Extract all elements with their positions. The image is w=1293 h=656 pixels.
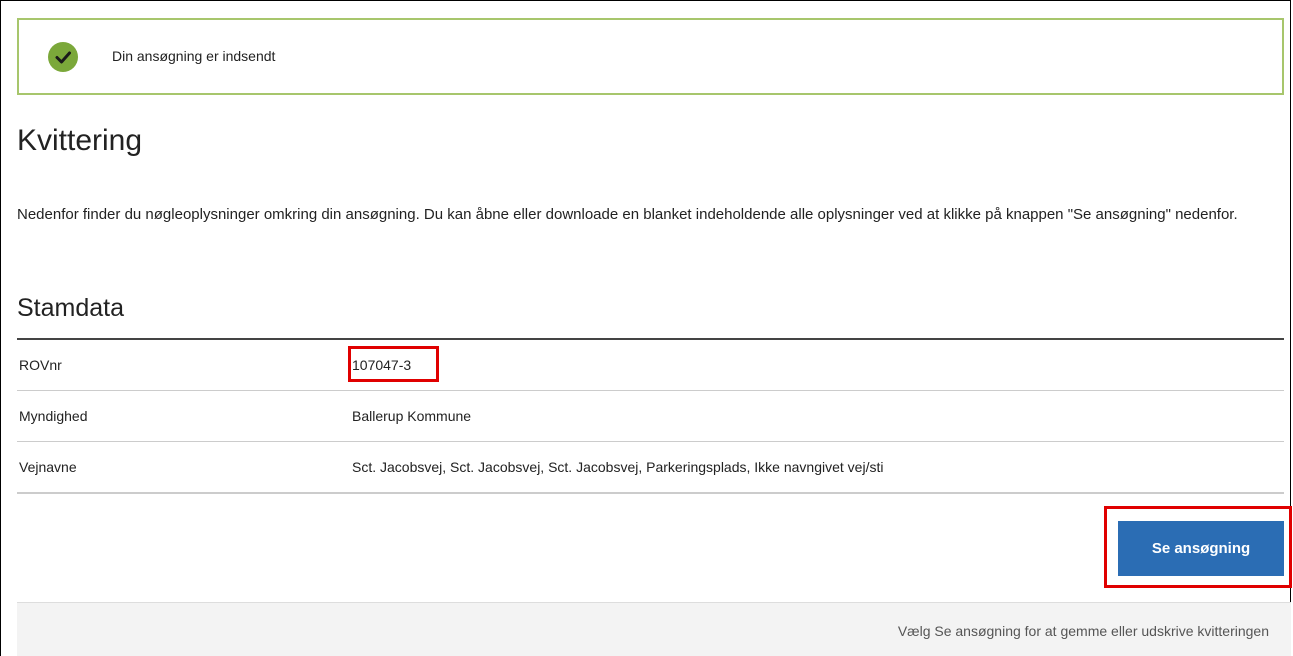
success-notification: Din ansøgning er indsendt (17, 18, 1284, 95)
row-value-rovnr: 107047-3 (352, 357, 412, 373)
table-row: ROVnr 107047-3 (17, 340, 1284, 391)
row-value-vejnavne: Sct. Jacobsvej, Sct. Jacobsvej, Sct. Jac… (352, 459, 884, 475)
stamdata-title: Stamdata (17, 294, 125, 322)
stamdata-table: ROVnr 107047-3 Myndighed Ballerup Kommun… (17, 338, 1284, 494)
checkmark-circle-icon (48, 42, 78, 72)
table-row: Vejnavne Sct. Jacobsvej, Sct. Jacobsvej,… (17, 442, 1284, 494)
row-label-rovnr: ROVnr (19, 357, 62, 373)
intro-text: Nedenfor finder du nøgleoplysninger omkr… (17, 206, 1238, 223)
row-value-myndighed: Ballerup Kommune (352, 408, 472, 424)
view-application-button[interactable]: Se ansøgning (1118, 521, 1284, 576)
page-title: Kvittering (17, 124, 143, 157)
row-label-vejnavne: Vejnavne (19, 459, 77, 475)
success-message: Din ansøgning er indsendt (112, 48, 276, 64)
footer-hint: Vælg Se ansøgning for at gemme eller uds… (897, 623, 1269, 639)
footer-bar: Vælg Se ansøgning for at gemme eller uds… (17, 602, 1291, 656)
table-row: Myndighed Ballerup Kommune (17, 391, 1284, 442)
row-label-myndighed: Myndighed (19, 408, 88, 424)
page-frame (0, 0, 1291, 656)
